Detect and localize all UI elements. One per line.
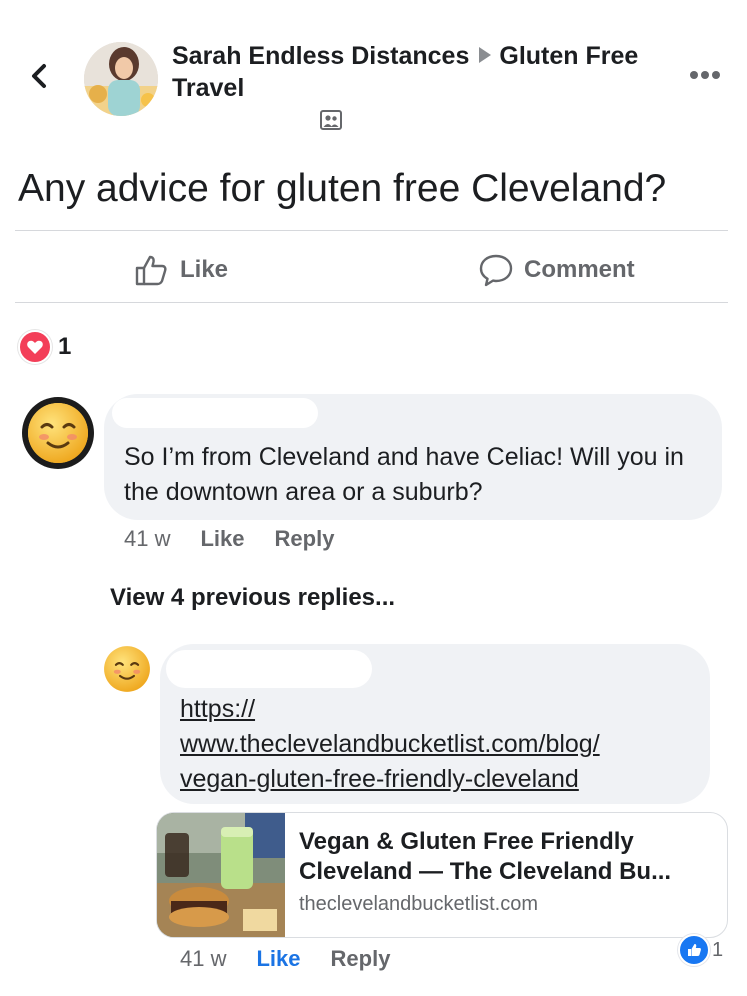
smiling-face-icon	[104, 646, 150, 692]
thumbs-up-icon	[135, 255, 167, 286]
reply-time[interactable]: 41 w	[180, 946, 226, 972]
profile-photo	[84, 42, 158, 116]
comment-reply-button[interactable]: Reply	[275, 526, 335, 552]
heart-reaction-icon	[18, 330, 52, 364]
link-line[interactable]: www.theclevelandbucketlist.com/blog/	[180, 727, 700, 762]
post-text: Any advice for gluten free Cleveland?	[18, 167, 667, 210]
reply-meta: 41 w Like Reply	[180, 946, 390, 972]
group-audience-icon	[320, 110, 342, 130]
avatar[interactable]	[102, 644, 152, 694]
avatar[interactable]	[22, 397, 94, 469]
reply-link[interactable]: https:// www.theclevelandbucketlist.com/…	[180, 692, 700, 797]
reply-reply-button[interactable]: Reply	[331, 946, 391, 972]
avatar[interactable]	[84, 42, 158, 116]
reaction-summary[interactable]: 1	[18, 330, 71, 364]
chevron-left-icon[interactable]	[26, 58, 52, 94]
more-horizontal-icon[interactable]	[690, 66, 724, 79]
divider	[15, 302, 728, 303]
link-title: Vegan & Gluten Free Friendly	[299, 828, 634, 855]
thumbs-up-icon	[678, 934, 710, 966]
divider	[15, 230, 728, 231]
link-line[interactable]: vegan-gluten-free-friendly-cleveland	[180, 762, 700, 797]
reply-like-button[interactable]: Like	[256, 946, 300, 972]
redacted-name	[112, 398, 318, 428]
author-name[interactable]: Sarah Endless Distances	[172, 42, 469, 70]
link-thumbnail	[157, 813, 285, 937]
comment-icon	[479, 254, 513, 287]
reply-like-badge[interactable]: 1	[678, 934, 723, 966]
link-preview-card[interactable]: Vegan & Gluten Free Friendly Cleveland —…	[156, 812, 728, 938]
comment-time[interactable]: 41 w	[124, 526, 170, 552]
comment-text: So I’m from Cleveland and have Celiac! W…	[124, 443, 684, 506]
link-line[interactable]: https://	[180, 692, 700, 727]
link-title: Cleveland — The Cleveland Bu...	[299, 858, 672, 885]
like-button[interactable]: Like	[134, 250, 228, 290]
redacted-name	[166, 650, 372, 688]
comment-like-button[interactable]: Like	[200, 526, 244, 552]
post-title: Sarah Endless Distances Gluten Free Trave…	[172, 40, 642, 104]
comment-meta: 41 w Like Reply	[124, 526, 334, 552]
view-previous-replies[interactable]: View 4 previous replies...	[110, 584, 395, 612]
link-domain: theclevelandbucketlist.com	[299, 893, 539, 915]
comment-label: Comment	[524, 256, 635, 283]
like-label: Like	[180, 256, 229, 283]
reaction-count: 1	[58, 333, 72, 360]
triangle-right-icon	[479, 47, 492, 63]
reply-like-count: 1	[712, 938, 724, 961]
smiling-face-icon	[28, 403, 88, 463]
comment-button[interactable]: Comment	[478, 250, 635, 290]
